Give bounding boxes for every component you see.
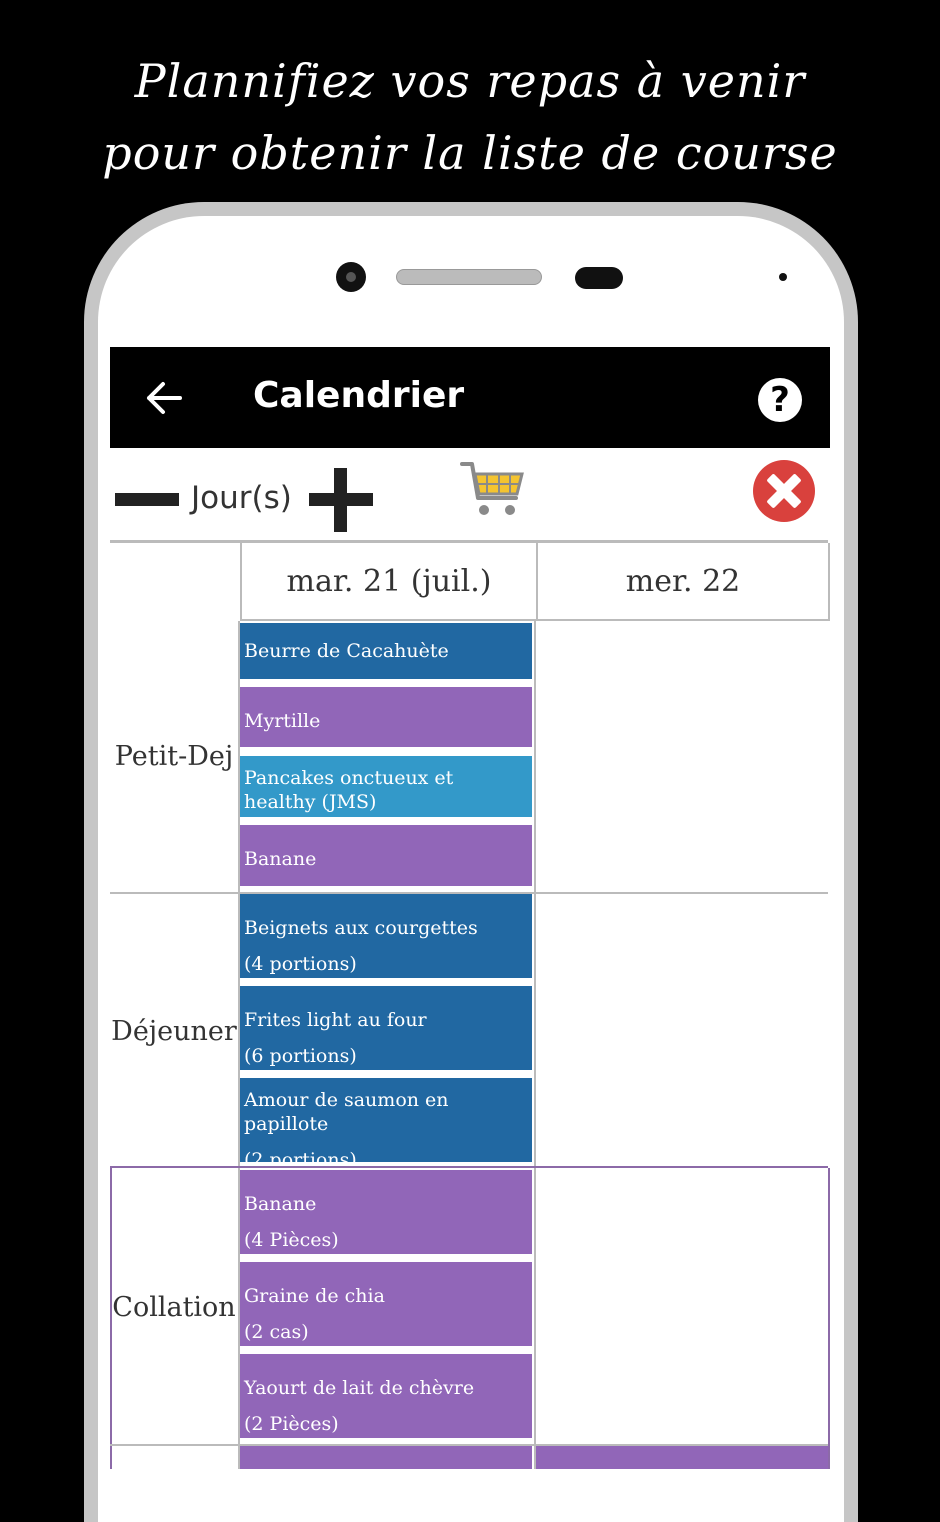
meal-item-name: Amour de saumon en papillote bbox=[244, 1089, 449, 1135]
meal-item-name: Graine de chia bbox=[244, 1285, 385, 1307]
meal-item-name: Yaourt de lait de chèvre bbox=[244, 1377, 475, 1399]
meal-item-name: Banane bbox=[244, 848, 317, 870]
meal-item[interactable]: Amour de saumon en papillote (2 portions… bbox=[240, 1078, 532, 1162]
meal-label-petit-dej: Petit-Dej bbox=[114, 741, 234, 772]
meal-item[interactable]: Graine de chia (2 cas) bbox=[240, 1262, 532, 1346]
days-label: Jour(s) bbox=[191, 480, 292, 516]
indicator-dot bbox=[779, 273, 787, 281]
calendar-toolbar: Jour(s) bbox=[110, 448, 830, 542]
grid-line-right bbox=[828, 1168, 830, 1469]
day-header-2[interactable]: mer. 22 bbox=[536, 543, 830, 621]
meal-item[interactable]: Frites light au four (6 portions) bbox=[240, 986, 532, 1070]
meal-item[interactable]: Myrtille bbox=[240, 687, 532, 747]
day-header-1[interactable]: mar. 21 (juil.) bbox=[240, 543, 536, 621]
proximity-sensor bbox=[575, 267, 623, 289]
next-meal-item-partial bbox=[536, 1446, 828, 1469]
arrow-left-icon[interactable] bbox=[146, 381, 182, 415]
next-meal-item-partial bbox=[240, 1446, 532, 1469]
promo-headline: Plannifiez vos repas à venir pour obteni… bbox=[0, 45, 940, 189]
meal-item[interactable]: Pancakes onctueux et healthy (JMS) bbox=[240, 756, 532, 817]
meal-item-name: Frites light au four bbox=[244, 1009, 427, 1031]
minus-icon[interactable] bbox=[115, 493, 179, 506]
meal-item-qty: (4 Pièces) bbox=[244, 1229, 339, 1251]
shopping-cart-icon[interactable] bbox=[460, 458, 526, 522]
promo-line-2: pour obtenir la liste de course bbox=[102, 126, 838, 180]
meal-item-name: Pancakes onctueux et healthy (JMS) bbox=[244, 767, 454, 813]
earpiece-speaker bbox=[396, 269, 542, 285]
meal-item[interactable]: Banane (4 Pièces) bbox=[240, 1170, 532, 1254]
meal-item-name: Beignets aux courgettes bbox=[244, 917, 478, 939]
page-title: Calendrier bbox=[253, 375, 465, 416]
meal-item-qty: (4 portions) bbox=[244, 953, 357, 975]
meal-item-qty: (2 portions) bbox=[244, 1149, 357, 1162]
plus-icon[interactable] bbox=[309, 468, 373, 532]
meal-item[interactable]: Beurre de Cacahuète bbox=[240, 623, 532, 679]
meal-item-qty: (2 Pièces) bbox=[244, 1413, 339, 1435]
meal-item-name: Beurre de Cacahuète bbox=[244, 640, 449, 662]
meal-label-collation: Collation bbox=[112, 1291, 236, 1323]
meal-label-dejeuner: Déjeuner bbox=[111, 1015, 237, 1047]
meal-item-qty: (6 portions) bbox=[244, 1045, 357, 1067]
promo-line-1: Plannifiez vos repas à venir bbox=[134, 54, 806, 108]
front-camera bbox=[336, 262, 366, 292]
grid-line-middle bbox=[534, 621, 536, 1469]
meal-item[interactable]: Beignets aux courgettes (4 portions) bbox=[240, 894, 532, 978]
meal-item-qty: (2 cas) bbox=[244, 1321, 309, 1343]
meal-item-name: Banane bbox=[244, 1193, 317, 1215]
app-bar: Calendrier ? bbox=[110, 347, 830, 448]
meal-item-name: Myrtille bbox=[244, 710, 321, 732]
meal-item[interactable]: Banane bbox=[240, 825, 532, 886]
question-icon[interactable]: ? bbox=[758, 378, 802, 422]
close-icon[interactable] bbox=[753, 460, 815, 522]
meal-item[interactable]: Yaourt de lait de chèvre (2 Pièces) bbox=[240, 1354, 532, 1438]
